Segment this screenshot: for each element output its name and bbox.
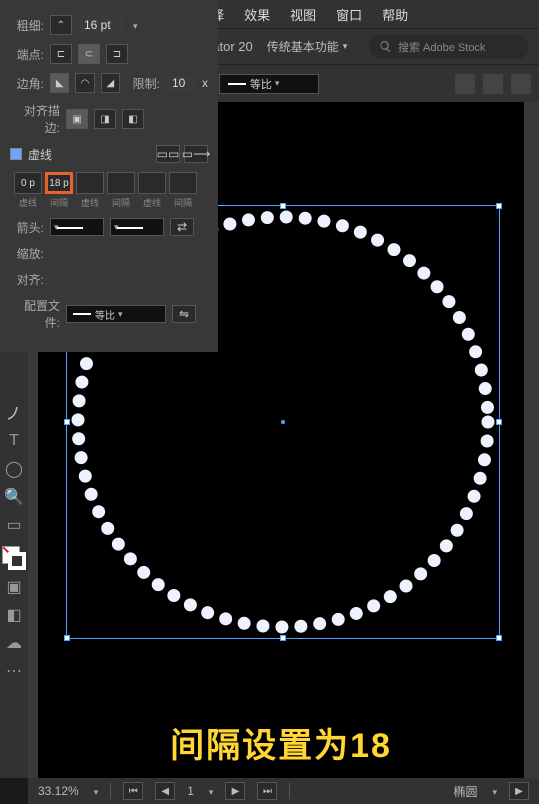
lasso-tool-icon[interactable]: ◯: [3, 458, 25, 480]
align-stroke-label: 对齐描边:: [10, 102, 60, 136]
sel-handle-w[interactable]: [64, 419, 70, 425]
align-outside-icon[interactable]: ◧: [122, 109, 144, 129]
zoom-level[interactable]: 33.12%: [38, 784, 79, 798]
corner-bevel-icon[interactable]: ◢: [101, 73, 120, 93]
stroke-indicator[interactable]: [8, 552, 26, 570]
gap-col-label: 间隔: [45, 196, 73, 209]
profile-dropdown[interactable]: 等比: [66, 305, 166, 323]
cap-butt-icon[interactable]: ⊏: [50, 44, 72, 64]
align-center-icon[interactable]: ▣: [66, 109, 88, 129]
align-inside-icon[interactable]: ◨: [94, 109, 116, 129]
next-button[interactable]: ▶: [225, 782, 245, 800]
cap-projecting-icon[interactable]: ⊐: [106, 44, 128, 64]
next-artboard-button[interactable]: ⏭: [257, 782, 277, 800]
caption-text: 间隔设置为18: [170, 718, 392, 767]
flip-horizontal-icon[interactable]: ⇋: [172, 305, 196, 323]
sel-handle-s[interactable]: [280, 635, 286, 641]
sel-handle-e[interactable]: [496, 419, 502, 425]
prev-artboard-button[interactable]: ⏮: [123, 782, 143, 800]
menu-effect[interactable]: 效果: [234, 1, 280, 28]
more-options-icon[interactable]: [511, 74, 531, 94]
cap-label: 端点:: [10, 46, 44, 63]
fill-stroke-indicator[interactable]: [2, 546, 26, 570]
zoom-tool-icon[interactable]: 🔍: [3, 486, 25, 508]
menu-window[interactable]: 窗口: [326, 1, 372, 28]
weight-label: 粗细:: [10, 17, 44, 34]
draw-mode-icon[interactable]: ☁: [3, 632, 25, 654]
stroke-profile-top[interactable]: 等比: [219, 74, 319, 94]
curvature-tool-icon[interactable]: [3, 402, 25, 424]
scroll-right-button[interactable]: ▶: [509, 782, 529, 800]
dash-gap-grid: 0 p 18 p: [14, 172, 208, 194]
center-point: [281, 420, 285, 424]
sel-handle-n[interactable]: [280, 203, 286, 209]
screen-mode-icon[interactable]: ▣: [3, 576, 25, 598]
dash-input-1[interactable]: [76, 172, 104, 194]
arrow-start-dropdown[interactable]: [50, 218, 104, 236]
transform-options-icon[interactable]: [483, 74, 503, 94]
profile-label: 配置文件:: [10, 297, 60, 331]
workspace-dropdown[interactable]: 传统基本功能: [267, 38, 348, 55]
dash-col-label: 虚线: [14, 196, 42, 209]
stock-search-input[interactable]: 搜索 Adobe Stock: [369, 35, 529, 59]
miter-limit-input[interactable]: [166, 74, 196, 92]
align-options-icon[interactable]: [455, 74, 475, 94]
menu-view[interactable]: 视图: [280, 1, 326, 28]
prev-button[interactable]: ◀: [155, 782, 175, 800]
status-bar: 33.12% ⏮ ◀ 1 ▶ ⏭ 椭圆 ▶: [28, 778, 539, 804]
weight-dropdown[interactable]: [130, 18, 138, 32]
corner-miter-icon[interactable]: ◣: [50, 73, 69, 93]
sel-handle-ne[interactable]: [496, 203, 502, 209]
edit-toolbar-icon[interactable]: ⋯: [3, 660, 25, 682]
stroke-panel: 粗细: ⌃ 端点: ⊏ ⊂ ⊐ 边角: ◣ ◠ ◢ 限制: x 对齐描边: ▣ …: [0, 0, 218, 352]
dash-align-icon[interactable]: ▭⟶: [184, 145, 208, 163]
menu-help[interactable]: 帮助: [372, 1, 418, 28]
artboard-number[interactable]: 1: [187, 784, 194, 798]
dash-preserve-icon[interactable]: ▭▭: [156, 145, 180, 163]
limit-x-label: x: [202, 76, 208, 90]
dashed-line-checkbox[interactable]: [10, 148, 22, 160]
artboard-tool-icon[interactable]: ▭: [3, 514, 25, 536]
selection-status-label: 椭圆: [453, 783, 477, 800]
status-dropdown[interactable]: [489, 784, 497, 798]
limit-label: 限制:: [126, 75, 160, 92]
arrow-align-label: 对齐:: [10, 271, 44, 288]
cap-round-icon[interactable]: ⊂: [78, 44, 100, 64]
arrow-scale-label: 缩放:: [10, 245, 44, 262]
dashed-line-label: 虚线: [28, 146, 52, 163]
corner-label: 边角:: [10, 75, 44, 92]
arrow-label: 箭头:: [10, 219, 44, 236]
corner-round-icon[interactable]: ◠: [75, 73, 94, 93]
sel-handle-se[interactable]: [496, 635, 502, 641]
sel-handle-sw[interactable]: [64, 635, 70, 641]
gap-input-2[interactable]: [169, 172, 197, 194]
swap-arrows-icon[interactable]: ⇄: [170, 218, 194, 236]
gap-input-0[interactable]: 18 p: [45, 172, 73, 194]
weight-stepper[interactable]: ⌃: [50, 15, 72, 35]
dash-input-2[interactable]: [138, 172, 166, 194]
arrow-end-dropdown[interactable]: [110, 218, 164, 236]
type-tool-icon[interactable]: T: [3, 430, 25, 452]
stock-search-placeholder: 搜索 Adobe Stock: [398, 39, 485, 55]
dash-input-0[interactable]: 0 p: [14, 172, 42, 194]
weight-input[interactable]: [78, 16, 124, 34]
gap-input-1[interactable]: [107, 172, 135, 194]
color-mode-icon[interactable]: ◧: [3, 604, 25, 626]
